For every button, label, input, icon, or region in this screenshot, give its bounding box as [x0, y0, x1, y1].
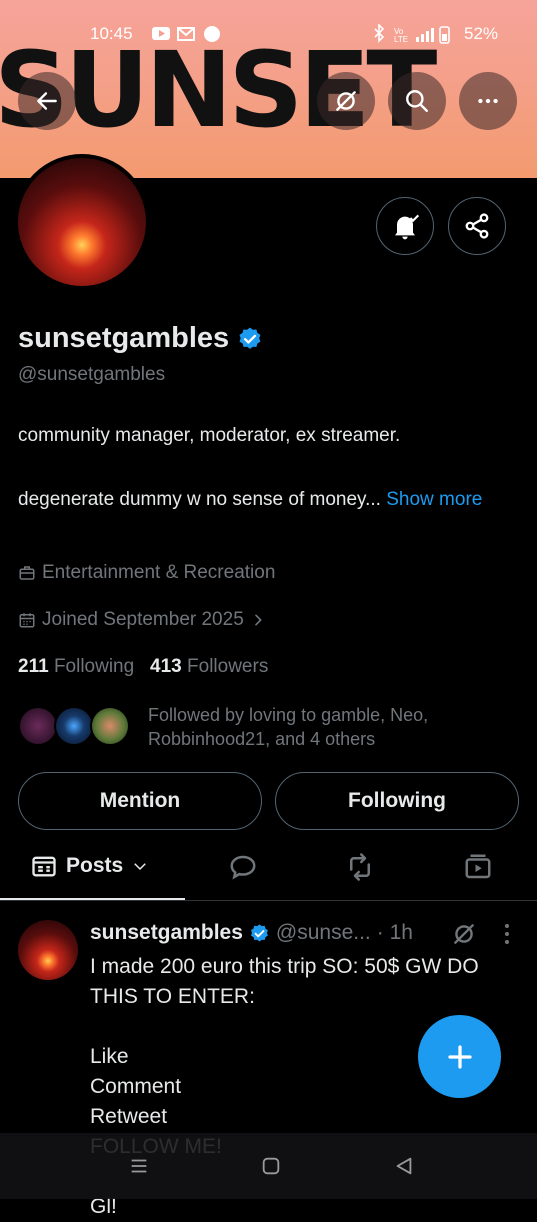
- avatar: [54, 706, 94, 746]
- joined-date[interactable]: Joined September 2025: [18, 609, 266, 631]
- menu-icon: [131, 1159, 147, 1173]
- grok-icon: [336, 91, 356, 111]
- repost-icon: [350, 853, 370, 881]
- tab-posts[interactable]: Posts: [30, 852, 149, 880]
- category-label: Entertainment & Recreation: [42, 562, 276, 583]
- system-back-button[interactable]: [393, 1155, 415, 1182]
- home-button[interactable]: [260, 1155, 282, 1182]
- profile-handle: @sunsetgambles: [18, 364, 166, 385]
- tweet-grok-button[interactable]: [451, 921, 477, 952]
- profile-avatar[interactable]: [14, 154, 150, 290]
- profile-bio: community manager, moderator, ex streame…: [18, 420, 518, 516]
- home-icon: [262, 1157, 280, 1175]
- verified-badge-icon[interactable]: [237, 326, 263, 352]
- search-button[interactable]: [388, 72, 446, 130]
- bio-line-2: degenerate dummy w no sense of money...: [18, 489, 381, 510]
- tab-replies[interactable]: [228, 852, 258, 887]
- followed-by-avatars[interactable]: [18, 704, 140, 748]
- bell-check-icon: [395, 214, 420, 240]
- tweet-author-name[interactable]: sunsetgambles: [90, 921, 243, 945]
- tab-media[interactable]: [463, 852, 493, 887]
- recent-apps-button[interactable]: [128, 1155, 150, 1182]
- avatar: [18, 706, 58, 746]
- display-name-row: sunsetgambles: [18, 322, 263, 355]
- more-options-button[interactable]: [459, 72, 517, 130]
- plus-icon: [447, 1044, 472, 1069]
- tab-posts-label: Posts: [66, 854, 124, 877]
- status-bar: 10:45 Vo LTE 52%: [0, 0, 537, 70]
- share-icon: [465, 213, 489, 239]
- mention-button[interactable]: Mention: [18, 772, 262, 830]
- tweet-more-button[interactable]: [500, 922, 514, 951]
- tweet-header: sunsetgambles @sunse... · 1h: [90, 921, 413, 945]
- display-name: sunsetgambles: [18, 322, 230, 354]
- reply-icon: [230, 855, 256, 880]
- follow-stats: 211 Following 413 Followers: [18, 656, 268, 678]
- briefcase-icon: [19, 566, 35, 580]
- notifications-button[interactable]: [376, 197, 434, 255]
- grok-icon: [454, 924, 474, 944]
- joined-label: Joined September 2025: [42, 609, 244, 630]
- compose-button[interactable]: [418, 1015, 501, 1098]
- back-button[interactable]: [18, 72, 76, 130]
- chevron-right-icon: [254, 614, 262, 626]
- show-more-link[interactable]: Show more: [386, 489, 482, 510]
- arrow-left-icon: [37, 92, 57, 110]
- more-vertical-icon: [505, 924, 509, 944]
- tab-reposts[interactable]: [345, 852, 375, 887]
- system-icons: Vo LTE: [372, 23, 452, 49]
- posts-icon: [32, 856, 56, 877]
- bio-line-1: community manager, moderator, ex streame…: [18, 425, 401, 446]
- tweet-author-handle: @sunse...: [275, 921, 371, 944]
- svg-text:LTE: LTE: [394, 35, 408, 44]
- profile-category: Entertainment & Recreation: [18, 562, 275, 584]
- share-button[interactable]: [448, 197, 506, 255]
- calendar-icon: [19, 613, 35, 628]
- followers-stat[interactable]: 413 Followers: [150, 656, 268, 677]
- notification-icons: [152, 24, 222, 49]
- following-stat[interactable]: 211 Following: [18, 656, 134, 677]
- search-icon: [406, 90, 428, 112]
- following-button[interactable]: Following: [275, 772, 519, 830]
- battery-level: 52%: [464, 24, 499, 43]
- triangle-back-icon: [396, 1157, 412, 1175]
- more-horizontal-icon: [478, 98, 498, 104]
- status-time: 10:45: [90, 24, 133, 43]
- followed-by-text[interactable]: Followed by loving to gamble, Neo, Robbi…: [148, 703, 508, 751]
- tweet-avatar[interactable]: [18, 920, 78, 980]
- media-icon: [465, 854, 491, 879]
- grok-button[interactable]: [317, 72, 375, 130]
- verified-badge-icon: [250, 923, 268, 941]
- system-navigation-bar: [0, 1133, 537, 1199]
- avatar: [90, 706, 130, 746]
- divider: [0, 900, 537, 901]
- chevron-down-icon: [134, 863, 146, 871]
- tweet-time: · 1h: [376, 921, 413, 944]
